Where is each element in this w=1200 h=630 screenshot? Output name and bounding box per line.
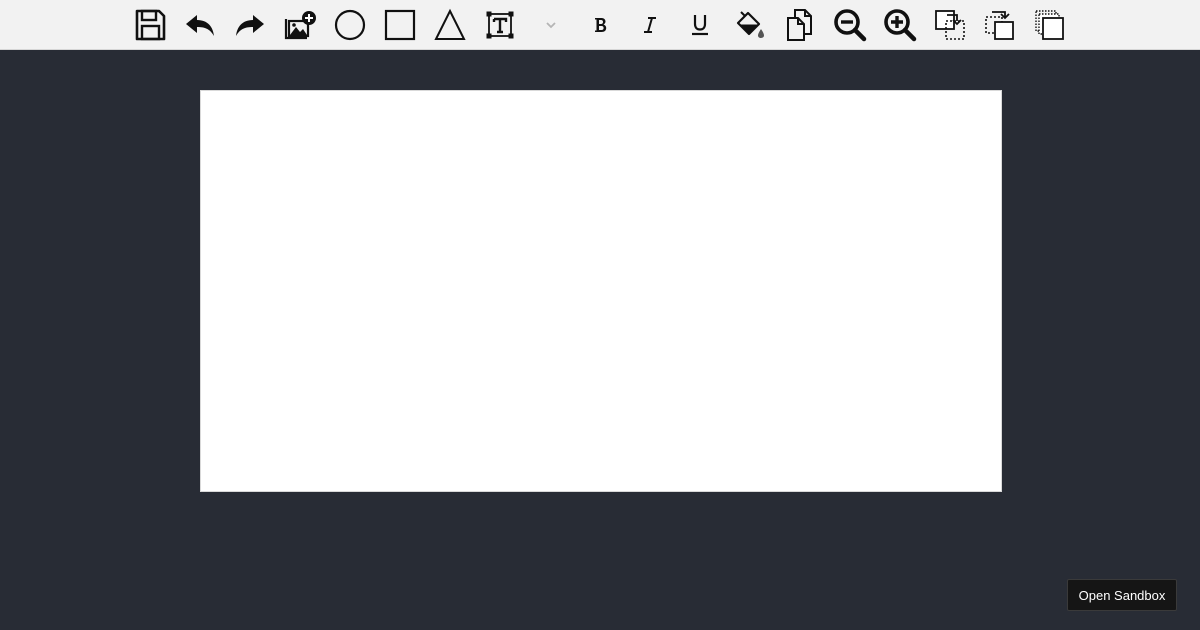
send-to-back-icon (1035, 10, 1064, 40)
copy-icon (787, 9, 812, 41)
send-backward-button[interactable] (980, 5, 1020, 45)
drawing-canvas[interactable] (200, 90, 1002, 492)
chevron-down-icon (546, 22, 556, 29)
bold-icon (595, 18, 607, 32)
italic-icon (644, 17, 656, 33)
triangle-tool-button[interactable] (430, 5, 470, 45)
bring-forward-icon (935, 10, 965, 40)
rectangle-tool-button[interactable] (380, 5, 420, 45)
undo-button[interactable] (180, 5, 220, 45)
circle-icon (334, 9, 366, 41)
underline-icon (692, 15, 708, 36)
save-button[interactable] (130, 5, 170, 45)
open-sandbox-button[interactable]: Open Sandbox (1067, 579, 1177, 611)
font-size-dropdown[interactable] (531, 5, 571, 45)
triangle-icon (434, 8, 466, 40)
send-backward-icon (985, 11, 1014, 40)
underline-button[interactable] (680, 5, 720, 45)
bring-forward-button[interactable] (930, 5, 970, 45)
add-image-button[interactable] (280, 5, 320, 45)
bold-button[interactable] (580, 5, 620, 45)
zoom-out-button[interactable] (830, 5, 870, 45)
undo-icon (186, 15, 214, 36)
zoom-in-button[interactable] (880, 5, 920, 45)
add-image-icon (284, 11, 316, 40)
italic-button[interactable] (630, 5, 670, 45)
toolbar (0, 0, 1200, 50)
redo-button[interactable] (230, 5, 270, 45)
redo-icon (236, 15, 264, 36)
text-tool-button[interactable] (480, 5, 520, 45)
save-icon (135, 9, 166, 41)
send-to-back-button[interactable] (1030, 5, 1070, 45)
text-box-icon (486, 11, 514, 39)
zoom-in-icon (884, 9, 917, 42)
circle-tool-button[interactable] (330, 5, 370, 45)
fill-color-button[interactable] (730, 5, 770, 45)
zoom-out-icon (834, 9, 867, 42)
paint-bucket-icon (736, 11, 764, 38)
copy-button[interactable] (780, 5, 820, 45)
square-icon (384, 9, 416, 41)
